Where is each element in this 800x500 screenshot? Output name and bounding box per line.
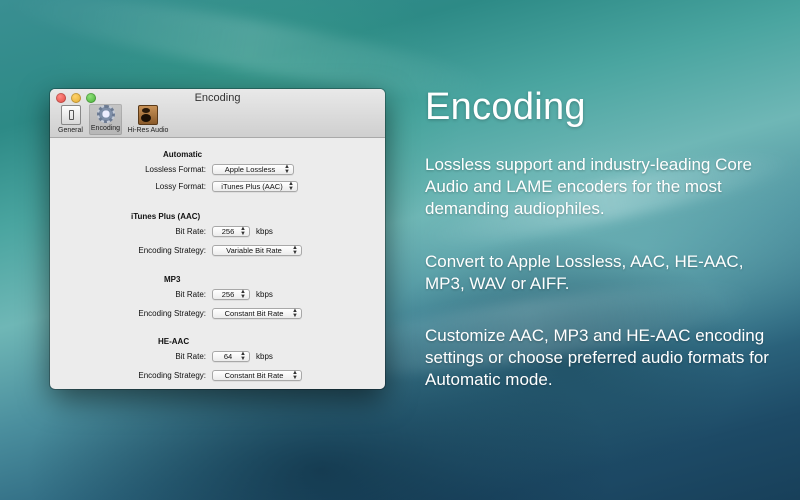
tab-hi-res-audio[interactable]: Hi-Res Audio	[124, 104, 172, 135]
window-title: Encoding	[194, 92, 241, 104]
mp3-strategy-popup[interactable]: Constant Bit Rate ▲ ▼	[212, 308, 302, 319]
popup-arrows-icon: ▲ ▼	[292, 308, 298, 319]
he-aac-strategy-label: Encoding Strategy:	[138, 371, 206, 380]
lossy-format-label: Lossy Format:	[155, 182, 206, 191]
popup-arrows-icon: ▲ ▼	[240, 351, 246, 362]
he-aac-bitrate-popup[interactable]: 64 ▲ ▼	[212, 351, 250, 362]
he-aac-strategy-value: Constant Bit Rate	[224, 371, 284, 380]
encoding-settings: Automatic Lossless Format: Apple Lossles…	[50, 138, 385, 389]
popup-arrows-icon: ▲ ▼	[240, 289, 246, 300]
he-aac-bitrate-value: 64	[223, 352, 233, 361]
lossless-format-popup[interactable]: Apple Lossless ▲ ▼	[212, 164, 294, 175]
itunes-bitrate-popup[interactable]: 256 ▲ ▼	[212, 226, 250, 237]
popup-arrows-icon: ▲ ▼	[292, 370, 298, 381]
itunes-strategy-value: Variable Bit Rate	[226, 246, 282, 255]
lossy-format-value: iTunes Plus (AAC)	[221, 182, 283, 191]
itunes-bitrate-unit: kbps	[256, 227, 273, 236]
itunes-strategy-popup[interactable]: Variable Bit Rate ▲ ▼	[212, 245, 302, 256]
tab-general-label: General	[58, 127, 83, 134]
window-titlebar: Encoding General Encoding Hi-Res Audio	[50, 89, 385, 138]
mp3-bitrate-label: Bit Rate:	[175, 290, 206, 299]
lossless-format-value: Apple Lossless	[224, 165, 276, 174]
itunes-bitrate-value: 256	[221, 227, 235, 236]
tab-encoding[interactable]: Encoding	[89, 104, 122, 135]
section-he-aac: HE-AAC	[158, 337, 190, 346]
he-aac-strategy-popup[interactable]: Constant Bit Rate ▲ ▼	[212, 370, 302, 381]
he-aac-bitrate-unit: kbps	[256, 352, 273, 361]
gear-icon	[96, 105, 115, 123]
promo-paragraph: Convert to Apple Lossless, AAC, HE-AAC, …	[425, 252, 744, 293]
tab-encoding-label: Encoding	[90, 125, 121, 132]
he-aac-bitrate-label: Bit Rate:	[175, 352, 206, 361]
popup-arrows-icon: ▲ ▼	[284, 164, 290, 175]
lossless-format-label: Lossless Format:	[145, 165, 206, 174]
tab-hi-res-audio-label: Hi-Res Audio	[127, 127, 169, 134]
promo-paragraph: Customize AAC, MP3 and HE-AAC encoding s…	[425, 326, 769, 389]
mp3-strategy-value: Constant Bit Rate	[224, 309, 284, 318]
preferences-toolbar: General Encoding Hi-Res Audio	[54, 104, 172, 135]
mp3-bitrate-value: 256	[221, 290, 235, 299]
mp3-bitrate-unit: kbps	[256, 290, 273, 299]
section-automatic: Automatic	[163, 150, 203, 159]
itunes-strategy-label: Encoding Strategy:	[138, 246, 206, 255]
popup-arrows-icon: ▲ ▼	[292, 245, 298, 256]
speaker-icon	[138, 105, 158, 125]
mp3-strategy-label: Encoding Strategy:	[138, 309, 206, 318]
lossy-format-popup[interactable]: iTunes Plus (AAC) ▲ ▼	[212, 181, 298, 192]
mp3-bitrate-popup[interactable]: 256 ▲ ▼	[212, 289, 250, 300]
promo-paragraph: Lossless support and industry-leading Co…	[425, 155, 752, 218]
section-itunes-plus: iTunes Plus (AAC)	[131, 212, 201, 221]
tab-general[interactable]: General	[54, 104, 87, 135]
popup-arrows-icon: ▲ ▼	[288, 181, 294, 192]
itunes-bitrate-label: Bit Rate:	[175, 227, 206, 236]
promo-headline: Encoding	[425, 86, 586, 128]
popup-arrows-icon: ▲ ▼	[240, 226, 246, 237]
section-mp3: MP3	[164, 275, 181, 284]
preferences-window: Encoding General Encoding Hi-Res Audio A…	[50, 89, 385, 389]
general-icon	[60, 105, 81, 125]
